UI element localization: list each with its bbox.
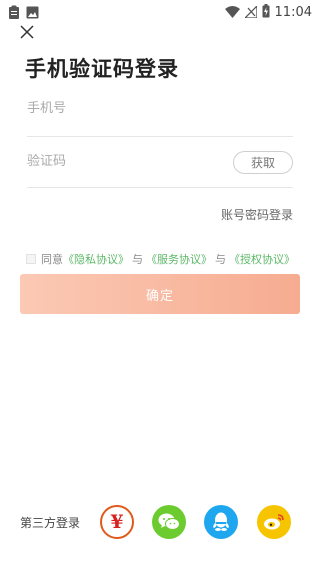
password-login-link[interactable]: 账号密码登录: [221, 206, 293, 223]
agreement-row: 同意 《隐私协议》 与 《服务协议》 与 《授权协议》: [26, 251, 295, 267]
weibo-login-button[interactable]: [257, 505, 291, 539]
yuan-login-button[interactable]: ¥: [100, 505, 134, 539]
qq-icon: [213, 512, 229, 531]
status-time: 11:04: [274, 5, 312, 20]
agreement-connector: 与: [132, 253, 143, 266]
status-bar: 11:04: [0, 0, 320, 24]
page-title: 手机验证码登录: [25, 57, 179, 81]
agreement-checkbox[interactable]: [26, 254, 36, 264]
qq-login-button[interactable]: [204, 505, 238, 539]
wechat-icon: [158, 513, 180, 530]
service-agreement-link[interactable]: 《服务协议》: [146, 251, 212, 267]
battery-charging-icon: [262, 3, 270, 22]
wifi-icon: [224, 3, 240, 22]
agreement-prefix: 同意: [41, 253, 63, 266]
third-party-login: 第三方登录 ¥: [20, 505, 310, 541]
phone-field: [27, 95, 293, 137]
phone-input[interactable]: [27, 101, 227, 116]
image-icon: [26, 4, 39, 23]
no-signal-icon: [242, 3, 258, 22]
confirm-button[interactable]: 确定: [20, 274, 300, 314]
get-code-button[interactable]: 获取: [233, 151, 293, 174]
verification-code-field: 获取: [27, 148, 293, 188]
agreement-connector: 与: [215, 253, 226, 266]
verification-code-input[interactable]: [27, 154, 207, 169]
yuan-icon: ¥: [110, 511, 124, 533]
weibo-icon: [264, 514, 284, 530]
wechat-login-button[interactable]: [152, 505, 186, 539]
close-icon: [20, 25, 34, 39]
third-party-label: 第三方登录: [20, 516, 81, 530]
close-button[interactable]: [17, 22, 37, 42]
privacy-agreement-link[interactable]: 《隐私协议》: [63, 251, 129, 267]
clipboard-icon: [8, 4, 20, 23]
authorization-agreement-link[interactable]: 《授权协议》: [229, 251, 295, 267]
